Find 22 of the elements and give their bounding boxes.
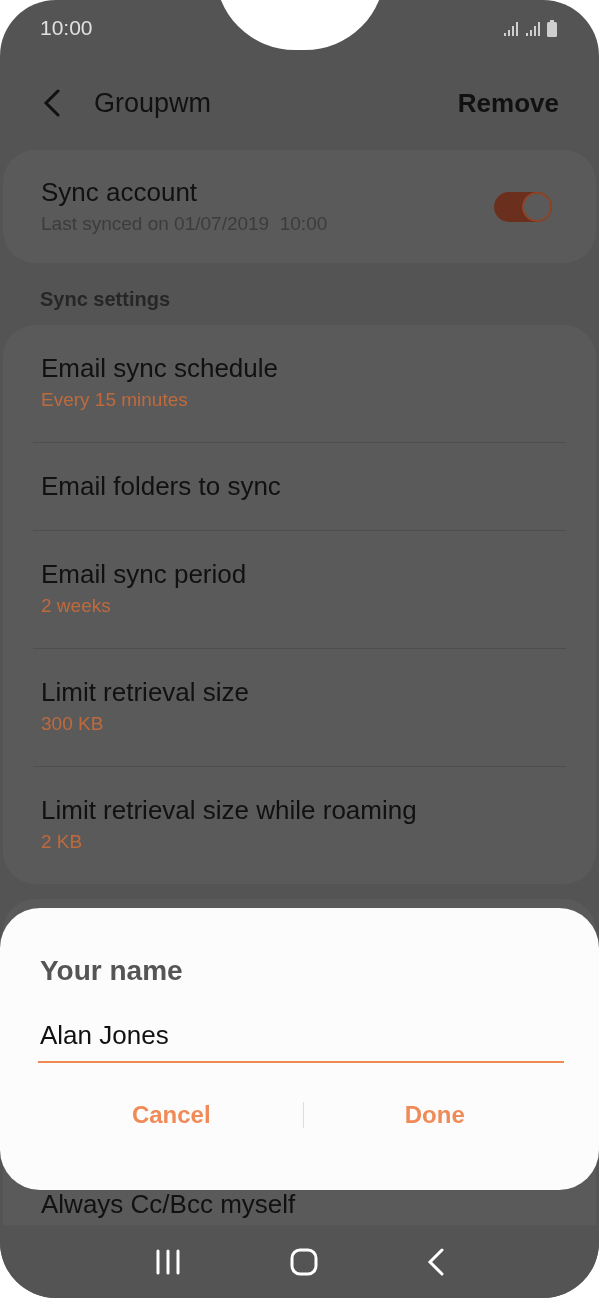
toggle-switch[interactable] — [494, 192, 552, 222]
dialog-button[interactable]: Done — [303, 1093, 566, 1137]
settings-item[interactable]: Email folders to sync — [3, 443, 596, 530]
settings-item[interactable]: Limit retrieval size 300 KB — [3, 649, 596, 766]
settings-item[interactable]: Email sync schedule Every 15 minutes — [3, 325, 596, 442]
remove-button[interactable]: Remove — [457, 87, 559, 119]
home-icon[interactable] — [289, 1247, 318, 1276]
dialog-title: Your name — [40, 954, 184, 988]
name-field[interactable]: Alan Jones — [38, 1020, 564, 1063]
back-button[interactable] — [42, 89, 62, 117]
back-icon[interactable] — [426, 1247, 445, 1276]
setting-title: Sync account — [41, 176, 199, 209]
status-time: 10:00 — [40, 16, 93, 40]
page-title: Groupwm — [94, 87, 213, 119]
signal-icon — [503, 20, 519, 37]
settings-item[interactable]: Limit retrieval size while roaming 2 KB — [3, 767, 596, 884]
recents-icon[interactable] — [154, 1248, 181, 1275]
setting-title: Always Cc/Bcc myself — [41, 1190, 297, 1219]
battery-icon — [547, 19, 557, 37]
signal-icon — [525, 20, 541, 37]
settings-item[interactable]: Email sync period 2 weeks — [3, 531, 596, 648]
dialog-button[interactable]: Cancel — [40, 1093, 303, 1137]
